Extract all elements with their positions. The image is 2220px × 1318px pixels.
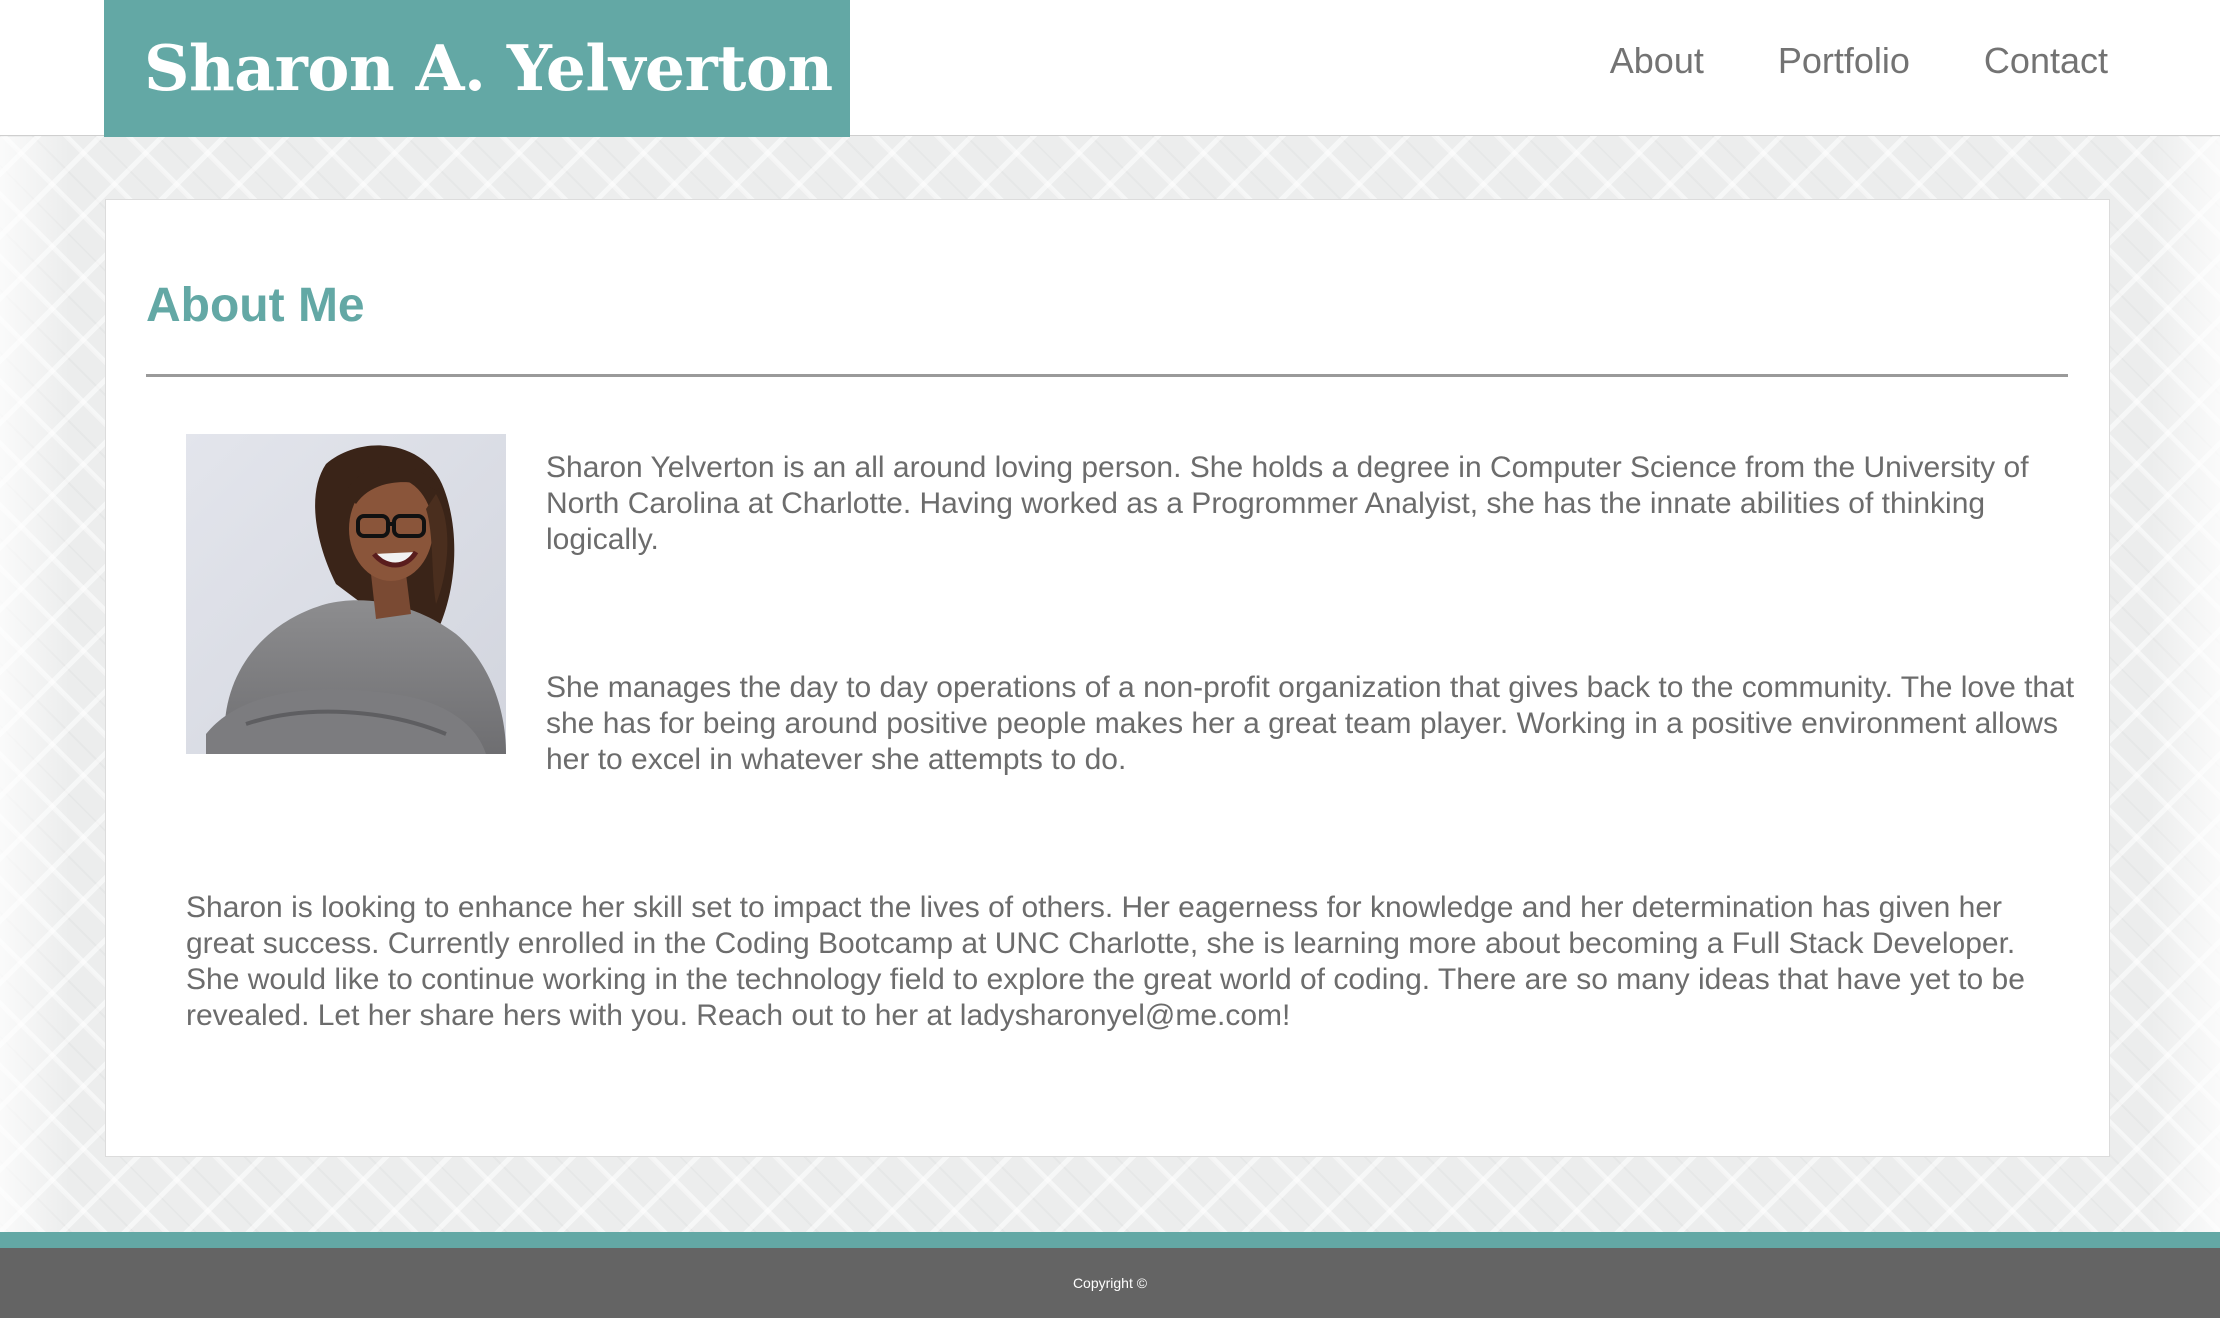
nav-link-about[interactable]: About — [1610, 40, 1704, 82]
section-divider — [146, 374, 2068, 377]
brand-block: Sharon A. Yelverton — [104, 0, 850, 137]
profile-photo — [186, 434, 506, 754]
site-header: Sharon A. Yelverton About Portfolio Cont… — [0, 0, 2220, 137]
nav-link-contact[interactable]: Contact — [1984, 40, 2108, 82]
main-nav: About Portfolio Contact — [1610, 40, 2108, 82]
nav-link-portfolio[interactable]: Portfolio — [1778, 40, 1910, 82]
footer-accent-stripe — [0, 1232, 2220, 1248]
copyright-text: Copyright © — [1072, 1275, 1148, 1291]
site-title: Sharon A. Yelverton — [144, 31, 833, 105]
background-edge-right — [2150, 137, 2220, 1232]
site-footer: Copyright © — [0, 1248, 2220, 1318]
about-paragraph-2: She manages the day to day operations of… — [546, 671, 2075, 776]
about-paragraph-1: Sharon Yelverton is an all around loving… — [546, 451, 2029, 556]
section-title: About Me — [146, 279, 365, 332]
about-card: About Me Sharon Yelverton is an all arou… — [105, 199, 2110, 1157]
about-paragraph-3: Sharon is looking to enhance her skill s… — [186, 891, 2025, 1032]
background-edge-left — [0, 137, 70, 1232]
